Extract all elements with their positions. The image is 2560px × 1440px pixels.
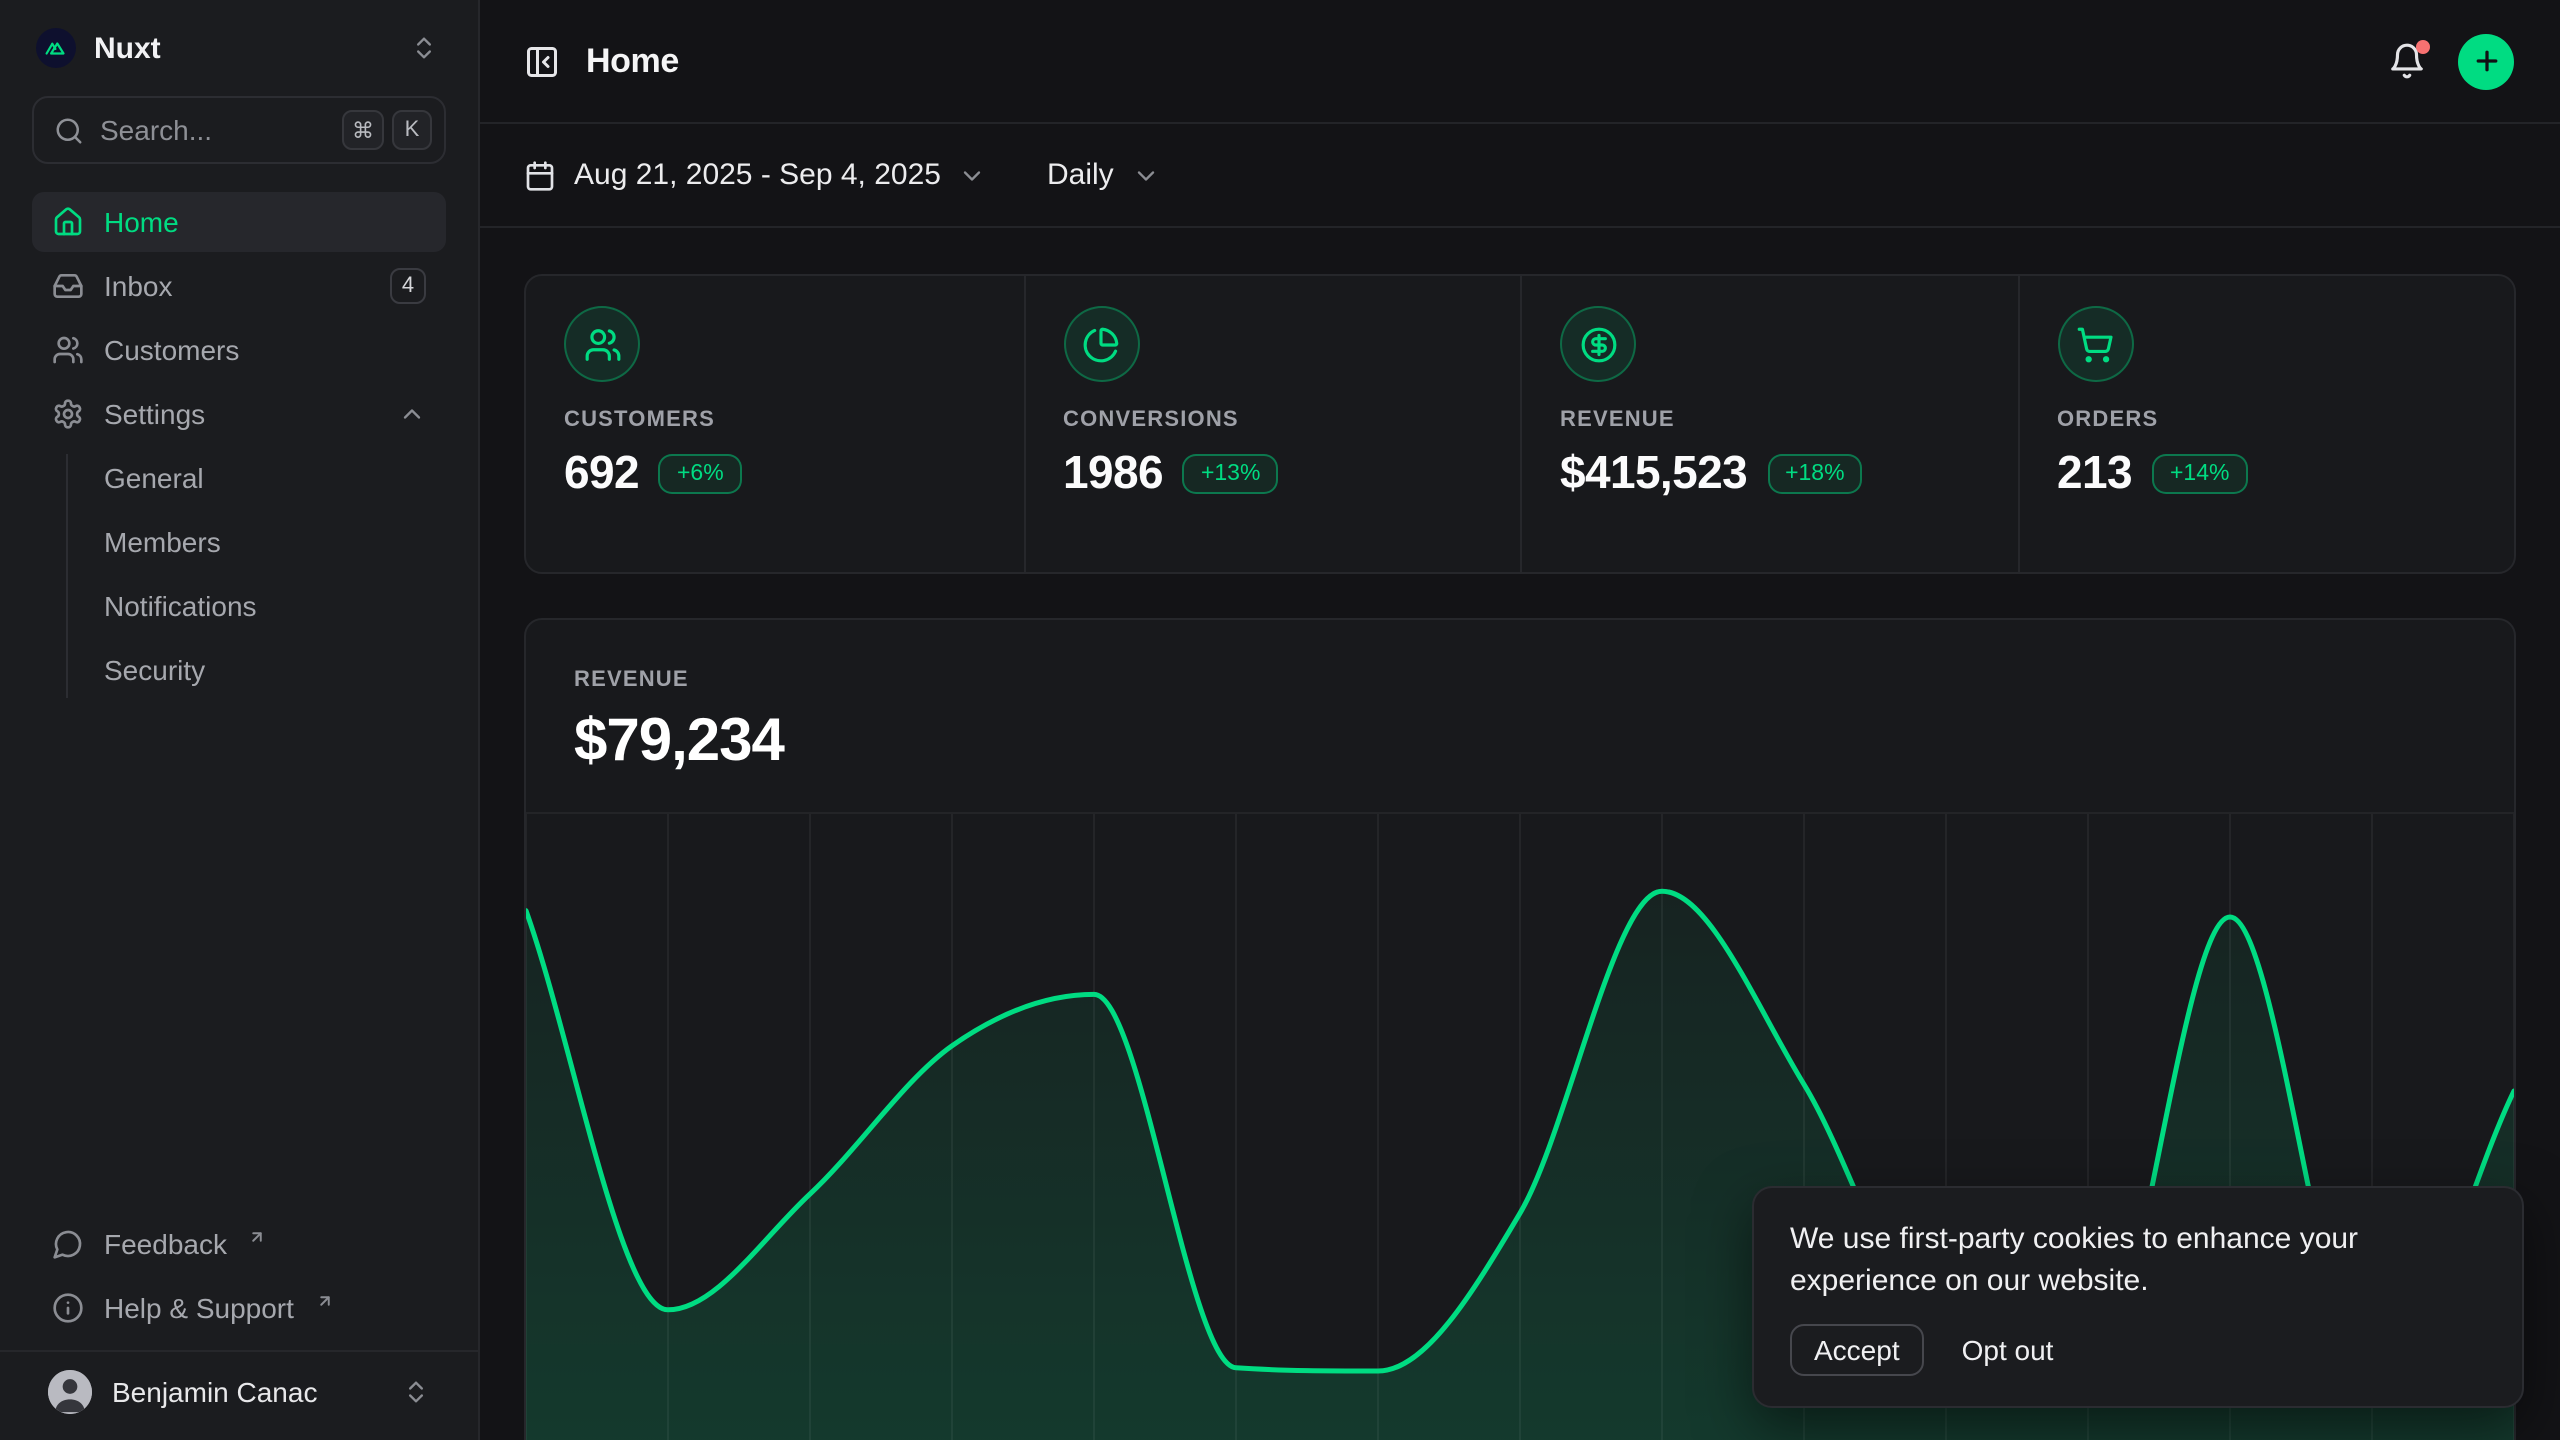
sidebar-item-settings[interactable]: Settings	[32, 384, 446, 444]
sidebar-item-inbox[interactable]: Inbox 4	[32, 256, 446, 316]
inbox-count-badge: 4	[390, 268, 426, 304]
granularity-select[interactable]: Daily	[1047, 158, 1160, 192]
feedback-link[interactable]: Feedback	[32, 1214, 446, 1274]
gear-icon	[52, 398, 84, 430]
workspace-switcher[interactable]: Nuxt	[32, 24, 446, 72]
cookie-actions: Accept Opt out	[1790, 1324, 2486, 1376]
sidebar-item-label: Settings	[104, 398, 205, 430]
revenue-chart-value: $79,234	[574, 708, 2466, 776]
cmd-kbd: ⌘	[342, 110, 384, 150]
calendar-icon	[524, 159, 556, 191]
stat-label: REVENUE	[1560, 408, 1979, 432]
avatar	[48, 1370, 92, 1414]
workspace-name: Nuxt	[94, 31, 161, 65]
info-icon	[52, 1292, 84, 1324]
stat-label: CONVERSIONS	[1063, 408, 1482, 432]
page-title: Home	[586, 41, 679, 81]
stat-label: ORDERS	[2057, 408, 2476, 432]
stat-value: 213	[2057, 446, 2132, 500]
user-name: Benjamin Canac	[112, 1376, 317, 1408]
opt-out-button[interactable]: Opt out	[1962, 1334, 2054, 1366]
page-header: Home	[480, 0, 2560, 124]
settings-subnav: General Members Notifications Security	[32, 448, 446, 704]
chevron-down-icon	[959, 161, 987, 189]
sidebar-nav: Home Inbox 4 Customers	[32, 192, 446, 708]
dollar-circle-icon	[1560, 306, 1636, 382]
stat-value: 1986	[1063, 446, 1163, 500]
help-support-link[interactable]: Help & Support	[32, 1278, 446, 1338]
stat-delta-badge: +13%	[1183, 453, 1278, 493]
cookie-consent-toast: We use first-party cookies to enhance yo…	[1752, 1185, 2524, 1408]
stat-label: CUSTOMERS	[564, 408, 985, 432]
users-icon	[564, 306, 640, 382]
notifications-button[interactable]	[2388, 42, 2426, 80]
date-range-picker[interactable]: Aug 21, 2025 - Sep 4, 2025	[524, 158, 987, 192]
home-icon	[52, 206, 84, 238]
stat-delta-badge: +6%	[659, 453, 742, 493]
k-kbd: K	[392, 110, 432, 150]
search-placeholder: Search...	[100, 114, 326, 146]
chevron-down-icon	[1132, 161, 1160, 189]
granularity-value: Daily	[1047, 158, 1114, 192]
stat-revenue[interactable]: REVENUE $415,523 +18%	[1520, 276, 2017, 572]
sidebar-item-security[interactable]: Security	[32, 640, 446, 700]
chevrons-up-down-icon	[402, 1378, 430, 1406]
external-link-icon	[316, 1291, 334, 1309]
stat-value: $415,523	[1560, 446, 1747, 500]
message-circle-icon	[52, 1228, 84, 1260]
stats-row: CUSTOMERS 692 +6% CONVERSIONS 1986	[524, 274, 2516, 574]
sidebar-item-label: Inbox	[104, 270, 173, 302]
date-range-value: Aug 21, 2025 - Sep 4, 2025	[574, 158, 941, 192]
revenue-chart-label: REVENUE	[574, 668, 2466, 692]
sidebar-footer: Feedback Help & Support	[32, 1214, 446, 1428]
stat-customers[interactable]: CUSTOMERS 692 +6%	[526, 276, 1023, 572]
stat-orders[interactable]: ORDERS 213 +14%	[2017, 276, 2514, 572]
sidebar-item-members[interactable]: Members	[32, 512, 446, 572]
collapse-sidebar-icon[interactable]	[524, 43, 560, 79]
notification-dot	[2416, 40, 2430, 54]
nuxt-logo-icon	[36, 28, 76, 68]
external-link-icon	[249, 1227, 267, 1245]
header-actions	[2388, 33, 2514, 89]
page: Nuxt Search... ⌘ K	[0, 0, 2560, 1440]
add-button[interactable]	[2458, 33, 2514, 89]
inbox-icon	[52, 270, 84, 302]
revenue-chart-header: REVENUE $79,234	[526, 620, 2514, 776]
user-menu[interactable]: Benjamin Canac	[32, 1352, 446, 1428]
sidebar: Nuxt Search... ⌘ K	[0, 0, 480, 1440]
stat-delta-badge: +18%	[1767, 453, 1862, 493]
chevrons-up-down-icon	[410, 34, 438, 62]
search-shortcut: ⌘ K	[342, 110, 432, 150]
subnav-guide-line	[66, 454, 68, 698]
accept-button[interactable]: Accept	[1790, 1324, 1924, 1376]
stat-delta-badge: +14%	[2152, 453, 2247, 493]
footer-link-label: Help & Support	[104, 1292, 294, 1324]
chevron-up-icon[interactable]	[398, 400, 426, 428]
footer-link-label: Feedback	[104, 1228, 227, 1260]
filters-toolbar: Aug 21, 2025 - Sep 4, 2025 Daily	[480, 124, 2560, 228]
sidebar-item-customers[interactable]: Customers	[32, 320, 446, 380]
sidebar-item-home[interactable]: Home	[32, 192, 446, 252]
sidebar-item-label: Customers	[104, 334, 239, 366]
pie-chart-icon	[1063, 306, 1139, 382]
sidebar-item-notifications[interactable]: Notifications	[32, 576, 446, 636]
cart-icon	[2057, 306, 2133, 382]
cookie-message: We use first-party cookies to enhance yo…	[1790, 1217, 2480, 1304]
search-icon	[54, 115, 84, 145]
users-icon	[52, 334, 84, 366]
sidebar-item-general[interactable]: General	[32, 448, 446, 508]
search-input[interactable]: Search... ⌘ K	[32, 96, 446, 164]
stat-value: 692	[564, 446, 639, 500]
sidebar-item-label: Home	[104, 206, 179, 238]
stat-conversions[interactable]: CONVERSIONS 1986 +13%	[1023, 276, 1520, 572]
